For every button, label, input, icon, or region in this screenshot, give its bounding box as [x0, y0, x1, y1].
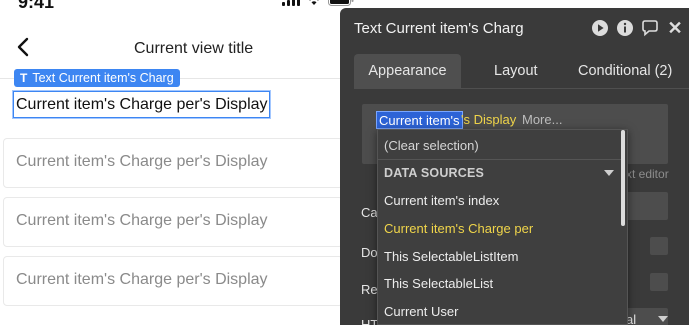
dropdown-option-highlighted[interactable]: Current item's Charge per: [384, 221, 533, 236]
editor-screen: 9:41 Current view title T Text Current i…: [0, 0, 689, 325]
cellular-signal-icon: [282, 0, 300, 6]
close-icon[interactable]: ✕: [666, 18, 684, 38]
list-cell[interactable]: Current item's Charge per's Display: [3, 138, 343, 188]
nav-title: Current view title: [134, 40, 254, 57]
dropdown-divider: [378, 159, 623, 160]
info-icon[interactable]: [616, 19, 634, 37]
selected-text-element[interactable]: Current item's Charge per's Display: [12, 90, 271, 119]
list-cell[interactable]: Current item's Charge per's Display: [3, 197, 343, 247]
tab-conditional[interactable]: Conditional (2): [578, 54, 672, 89]
wifi-icon: [309, 0, 319, 5]
list-cell-text: Current item's Charge per's Display: [16, 271, 268, 288]
dynamic-expression-rest[interactable]: 's Display: [461, 111, 516, 129]
clear-selection-option[interactable]: (Clear selection): [384, 138, 479, 153]
property-checkbox-re[interactable]: [650, 273, 668, 291]
nav-bar: Current view title: [0, 28, 340, 72]
text-element-icon: T: [20, 71, 28, 85]
panel-tabs: Appearance Layout Conditional (2): [354, 54, 689, 89]
property-label-ca: Ca: [361, 205, 378, 220]
list-cell[interactable]: Current item's Charge per's Display: [3, 256, 343, 306]
back-chevron-icon[interactable]: [16, 37, 30, 57]
status-icons: [282, 0, 354, 6]
section-collapse-icon[interactable]: [604, 170, 614, 176]
data-sources-section-label: DATA SOURCES: [384, 166, 485, 180]
property-checkbox-do[interactable]: [650, 237, 668, 255]
panel-header: Text Current item's Charg ✕: [340, 8, 689, 50]
dynamic-expression-selected[interactable]: Current item's: [376, 111, 463, 129]
property-label-ht: HT: [361, 317, 379, 325]
tab-appearance[interactable]: Appearance: [354, 54, 461, 89]
dropdown-option[interactable]: Current User: [384, 304, 458, 319]
dropdown-option[interactable]: Current item's index: [384, 193, 499, 208]
selected-element-tag-label: Text Current item's Charg: [32, 71, 174, 85]
property-label-re: Re: [361, 282, 378, 297]
chevron-down-icon: [658, 316, 668, 322]
preview-play-icon[interactable]: [591, 19, 609, 37]
panel-title: Text Current item's Charg: [354, 20, 524, 37]
status-time: 9:41: [18, 0, 55, 12]
comment-icon[interactable]: [641, 19, 659, 37]
property-input-ca[interactable]: [624, 192, 668, 220]
property-label-do: Do: [361, 245, 378, 260]
rich-text-editor-label: xt editor: [626, 167, 669, 181]
data-source-dropdown: (Clear selection) DATA SOURCES Current i…: [377, 129, 628, 325]
dropdown-scrollbar[interactable]: [621, 130, 625, 226]
more-link[interactable]: More...: [522, 111, 562, 129]
battery-icon: [328, 0, 354, 6]
status-bar: 9:41: [0, 0, 354, 14]
list-cell-text: Current item's Charge per's Display: [16, 212, 268, 229]
list-cell-text: Current item's Charge per's Display: [16, 153, 268, 170]
tab-layout[interactable]: Layout: [494, 54, 538, 89]
dropdown-option[interactable]: This SelectableListItem: [384, 249, 518, 264]
dropdown-option[interactable]: This SelectableList: [384, 276, 493, 291]
selected-element-tag[interactable]: T Text Current item's Charg: [14, 69, 180, 87]
